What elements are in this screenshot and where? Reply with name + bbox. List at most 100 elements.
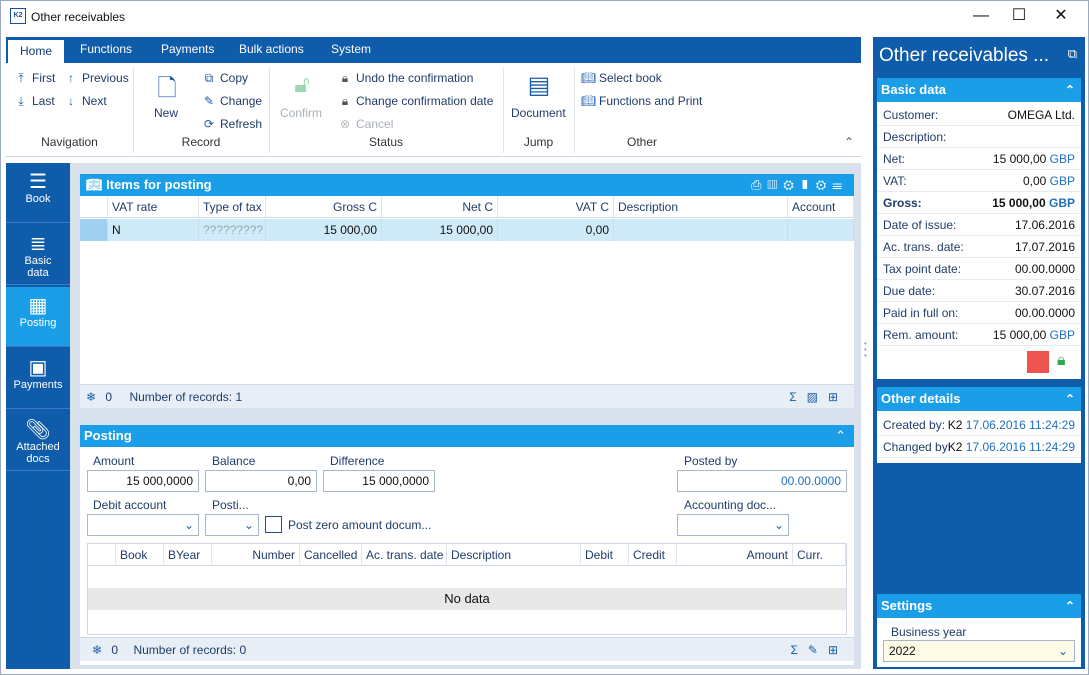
col-curr[interactable]: Curr. bbox=[793, 544, 846, 566]
col-vat[interactable]: VAT C bbox=[498, 196, 614, 218]
footer-tools[interactable]: Σ✎⊞ bbox=[790, 638, 848, 662]
difference-field[interactable]: 15 000,0000 bbox=[323, 470, 435, 492]
basic-data-card: Customer: OMEGA Ltd. Description: Net: 15 … bbox=[877, 102, 1081, 379]
col-type-of-tax[interactable]: Type of tax bbox=[199, 196, 266, 218]
tab-functions[interactable]: Functions bbox=[80, 42, 132, 56]
collapse-icon[interactable]: ⌃ bbox=[835, 425, 846, 447]
group-jump: Jump bbox=[523, 135, 554, 149]
arrow-down-bar-icon: ⤓ bbox=[18, 94, 24, 108]
confirm-button[interactable]: Confirm bbox=[280, 106, 322, 120]
select-book-button[interactable]: 📖︎ Select book bbox=[581, 71, 662, 85]
copy-button[interactable]: ⧉ Copy bbox=[202, 71, 248, 86]
col-net[interactable]: Net C bbox=[382, 196, 498, 218]
description-row: Description: bbox=[877, 126, 1081, 148]
new-button[interactable]: New bbox=[154, 106, 178, 120]
posti-label: Posti... bbox=[212, 498, 249, 512]
functions-print-button[interactable]: 📖︎ Functions and Print bbox=[581, 94, 702, 108]
chevron-down-icon: ⌄ bbox=[183, 518, 194, 532]
items-panel-title: Items for posting bbox=[106, 177, 212, 192]
amount-field[interactable]: 15 000,0000 bbox=[87, 470, 199, 492]
posting-panel-header: Posting ⌃ bbox=[80, 425, 854, 447]
amount-label: Amount bbox=[93, 454, 135, 468]
change-confirmation-date-button[interactable]: 🔒︎ Change confirmation date bbox=[338, 94, 494, 109]
business-year-select[interactable]: 2022 ⌄ bbox=[883, 640, 1075, 662]
snowflake-icon[interactable]: ❄ bbox=[86, 390, 96, 404]
tab-bulk-actions[interactable]: Bulk actions bbox=[239, 42, 304, 56]
accounting-doc-select[interactable]: ⌄ bbox=[677, 514, 789, 536]
tab-payments[interactable]: Payments bbox=[161, 42, 214, 56]
close-button[interactable]: ✕ bbox=[1041, 5, 1081, 29]
col-description[interactable]: Description bbox=[447, 544, 581, 566]
posting-grid: Book BYear Number Cancelled Ac. trans. d… bbox=[87, 543, 847, 635]
tab-home[interactable]: Home bbox=[8, 40, 65, 63]
refresh-button[interactable]: ⟳ Refresh bbox=[202, 117, 262, 131]
post-zero-checkbox[interactable] bbox=[265, 516, 282, 533]
first-button[interactable]: ⤒ First bbox=[14, 71, 55, 86]
nav-attached-docs[interactable]: 📎︎ Attached docs bbox=[6, 411, 70, 471]
posting-panel: Amount 15 000,0000 Balance 0,00 Differen… bbox=[80, 447, 854, 665]
collapse-icon[interactable]: ⌃ bbox=[1065, 78, 1075, 102]
undo-confirmation-button[interactable]: 🔒︎ Undo the confirmation bbox=[338, 71, 474, 86]
col-ac-trans-date[interactable]: Ac. trans. date bbox=[362, 544, 447, 566]
work-area: 📖︎ Items for posting ⎙▥⚙▮⚙☰ VAT rate Typ… bbox=[70, 163, 861, 669]
col-description[interactable]: Description bbox=[614, 196, 788, 218]
arrow-down-icon: ↓ bbox=[68, 94, 74, 108]
paperclip-icon: 📎︎ bbox=[25, 419, 51, 441]
col-vat-rate[interactable]: VAT rate bbox=[108, 196, 199, 218]
balance-label: Balance bbox=[212, 454, 256, 468]
col-gross[interactable]: Gross C bbox=[266, 196, 382, 218]
col-credit[interactable]: Credit bbox=[629, 544, 677, 566]
col-number[interactable]: Number bbox=[212, 544, 300, 566]
copy-icon: ⧉ bbox=[204, 71, 214, 85]
tab-system[interactable]: System bbox=[331, 42, 371, 56]
paid-in-full-row: Paid in full on: 00.00.0000 bbox=[877, 302, 1081, 324]
cell-vat-rate: N bbox=[108, 219, 199, 241]
change-button[interactable]: ✎ Change bbox=[202, 94, 262, 108]
col-amount[interactable]: Amount bbox=[677, 544, 793, 566]
splitter-handle[interactable]: • • • bbox=[864, 340, 867, 360]
ac-trans-date-row: Ac. trans. date: 17.07.2016 bbox=[877, 236, 1081, 258]
last-button[interactable]: ⤓ Last bbox=[14, 94, 54, 109]
chevron-down-icon: ⌄ bbox=[1057, 644, 1068, 658]
chevron-down-icon: ⌄ bbox=[243, 518, 254, 532]
nav-payments[interactable]: ▣ Payments bbox=[6, 349, 70, 409]
collapse-icon[interactable]: ⌃ bbox=[1065, 594, 1075, 618]
collapse-icon[interactable]: ⌃ bbox=[1065, 387, 1075, 411]
collapse-ribbon-icon[interactable]: ⌃ bbox=[844, 135, 854, 149]
nav-basic-data[interactable]: ≣ Basic data bbox=[6, 225, 70, 285]
col-book[interactable]: Book bbox=[116, 544, 164, 566]
document-button[interactable]: Document bbox=[511, 106, 566, 120]
debit-account-select[interactable]: ⌄ bbox=[87, 514, 199, 536]
external-link-icon[interactable]: ⧉ bbox=[1068, 46, 1077, 62]
row-selector[interactable] bbox=[80, 219, 108, 241]
previous-button[interactable]: ↑ Previous bbox=[64, 71, 129, 85]
snowflake-icon[interactable]: ❄ bbox=[92, 643, 102, 657]
col-debit[interactable]: Debit bbox=[581, 544, 629, 566]
post-zero-label[interactable]: Post zero amount docum... bbox=[288, 518, 431, 532]
posti-select[interactable]: ⌄ bbox=[205, 514, 259, 536]
rem-amount-row: Rem. amount: 15 000,00 GBP bbox=[877, 324, 1081, 346]
balance-field[interactable]: 0,00 bbox=[205, 470, 317, 492]
panel-toolbar-icons[interactable]: ⎙▥⚙▮⚙☰ bbox=[751, 174, 848, 196]
net-row: Net: 15 000,00 GBP bbox=[877, 148, 1081, 170]
cell-type-of-tax: ????????? bbox=[199, 219, 266, 241]
lock-icon: 🔒︎ bbox=[341, 94, 349, 108]
nav-posting[interactable]: ▦ Posting bbox=[6, 287, 70, 347]
nav-book[interactable]: ☰ Book bbox=[6, 163, 70, 223]
posting-count: 0 bbox=[111, 643, 119, 657]
table-row[interactable]: N ????????? 15 000,00 15 000,00 0,00 bbox=[80, 219, 854, 241]
accounting-doc-label: Accounting doc... bbox=[684, 498, 777, 512]
col-cancelled[interactable]: Cancelled bbox=[300, 544, 362, 566]
col-account[interactable]: Account bbox=[788, 196, 854, 218]
minimize-button[interactable]: — bbox=[961, 5, 1001, 29]
col-byear[interactable]: BYear bbox=[164, 544, 212, 566]
settings-header: Settings ⌃ bbox=[877, 594, 1081, 618]
book-icon: 📖︎ bbox=[581, 71, 597, 85]
maximize-button[interactable]: ☐ bbox=[999, 5, 1039, 29]
items-records-count: Number of records: 1 bbox=[129, 390, 243, 404]
no-data-message: No data bbox=[88, 588, 846, 610]
cancel-button[interactable]: ⊗ Cancel bbox=[338, 117, 393, 131]
footer-tools[interactable]: Σ▨⊞ bbox=[789, 385, 848, 409]
next-button[interactable]: ↓ Next bbox=[64, 94, 107, 108]
posted-by-field[interactable]: 00.00.0000 bbox=[677, 470, 847, 492]
